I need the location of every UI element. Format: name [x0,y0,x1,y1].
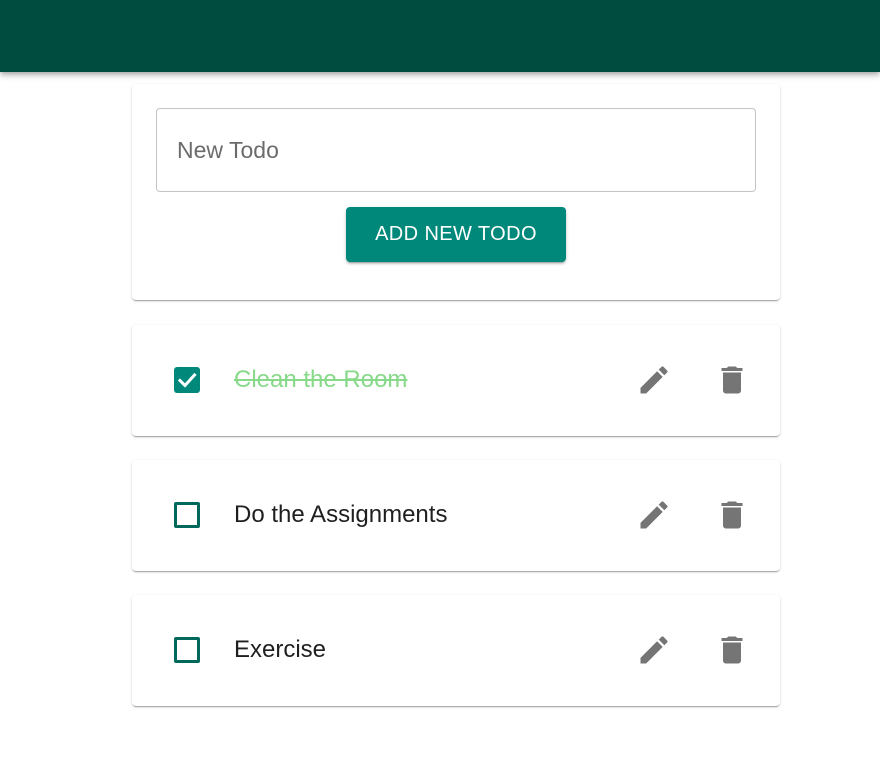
delete-button[interactable] [714,497,750,533]
trash-icon [721,366,743,394]
add-todo-button[interactable]: ADD NEW TODO [346,207,566,262]
new-todo-input[interactable] [157,109,755,191]
todo-text: Do the Assignments [234,501,448,528]
edit-button[interactable] [636,362,672,398]
edit-button[interactable] [636,632,672,668]
trash-icon [721,501,743,529]
todo-checkbox[interactable] [174,367,200,393]
todo-text: Exercise [234,636,327,663]
todo-item: Clean the Room [132,325,780,436]
todo-item: Do the Assignments [132,460,780,571]
trash-icon [721,636,743,664]
pencil-icon [640,636,668,664]
pencil-icon [640,366,668,394]
edit-button[interactable] [636,497,672,533]
new-todo-field[interactable] [156,108,756,192]
delete-button[interactable] [714,362,750,398]
todo-checkbox[interactable] [174,502,200,528]
pencil-icon [640,501,668,529]
delete-button[interactable] [714,632,750,668]
app-bar [0,0,880,72]
checkmark-icon [177,372,197,388]
todo-item: Exercise [132,595,780,706]
new-todo-form: ADD NEW TODO [132,84,780,300]
todo-text: Clean the Room [234,366,408,393]
todo-checkbox[interactable] [174,637,200,663]
